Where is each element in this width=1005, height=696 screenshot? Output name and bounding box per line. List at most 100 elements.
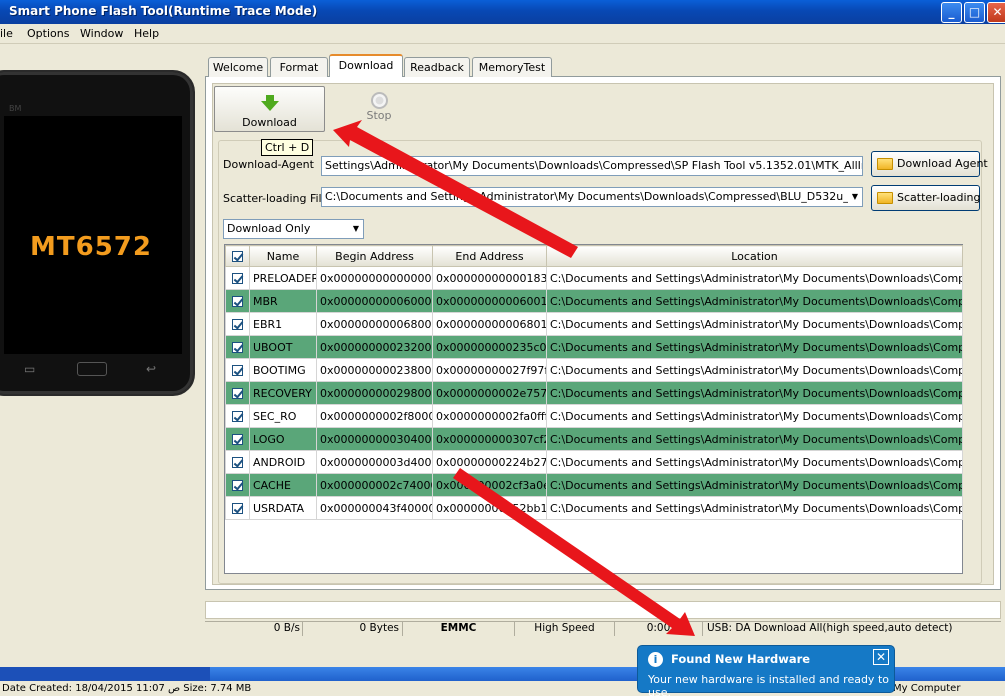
cell-begin: 0x0000000000000000 <box>316 266 433 290</box>
row-checkbox[interactable] <box>225 289 250 313</box>
cell-location: C:\Documents and Settings\Administrator\… <box>546 312 963 336</box>
scatter-loading-button[interactable]: Scatter-loading <box>871 185 980 211</box>
download-mode-select[interactable]: Download Only ▼ <box>223 219 364 239</box>
cell-end: 0x00000000027f97ff <box>432 358 547 382</box>
download-agent-field[interactable]: Settings\Administrator\My Documents\Down… <box>321 156 863 176</box>
cell-end: 0x000000000235c017 <box>432 335 547 359</box>
folder-icon <box>877 158 893 170</box>
row-checkbox[interactable] <box>225 404 250 428</box>
cell-name: EBR1 <box>249 312 317 336</box>
close-button[interactable]: ✕ <box>987 2 1005 23</box>
cell-name: PRELOADER <box>249 266 317 290</box>
minimize-button[interactable]: _ <box>941 2 962 23</box>
menu-window[interactable]: Window <box>80 27 123 40</box>
my-computer-label: My Computer <box>893 683 961 694</box>
info-icon: i <box>648 652 663 667</box>
column-header-end[interactable]: End Address <box>432 245 547 267</box>
cell-location: C:\Documents and Settings\Administrator\… <box>546 381 963 405</box>
maximize-button[interactable]: □ <box>964 2 985 23</box>
folder-icon <box>877 192 893 204</box>
table-row[interactable]: ANDROID0x0000000003d400000x00000000224b2… <box>225 450 963 474</box>
window-title: Smart Phone Flash Tool(Runtime Trace Mod… <box>9 4 318 18</box>
found-hardware-balloon[interactable]: i Found New Hardware ✕ Your new hardware… <box>637 645 895 696</box>
table-row[interactable]: EBR10x00000000006800000x00000000006801ff… <box>225 312 963 336</box>
table-row[interactable]: RECOVERY0x00000000029800000x0000000002e7… <box>225 381 963 405</box>
back-key-icon: ↩ <box>146 362 157 376</box>
table-row[interactable]: PRELOADER0x00000000000000000x00000000000… <box>225 266 963 290</box>
column-header-name[interactable]: Name <box>249 245 317 267</box>
partition-table: Name Begin Address End Address Location … <box>224 244 963 574</box>
file-info: Date Created: 18/04/2015 11:07 ص Size: 7… <box>2 683 252 694</box>
cell-location: C:\Documents and Settings\Administrator\… <box>546 496 963 520</box>
row-checkbox[interactable] <box>225 473 250 497</box>
phone-model: MT6572 <box>30 232 152 262</box>
status-usb: USB: DA Download All(high speed,auto det… <box>707 622 953 634</box>
balloon-close-button[interactable]: ✕ <box>873 649 889 665</box>
table-row[interactable]: CACHE 0x000000002c740000 0x000000002cf3a0e… <box>225 473 963 497</box>
balloon-message: Your new hardware is installed and ready… <box>648 673 889 696</box>
table-row[interactable]: MBR0x00000000006000000x00000000006001ffC… <box>225 289 963 313</box>
select-all-checkbox[interactable] <box>225 245 250 267</box>
tab-memorytest[interactable]: MemoryTest <box>472 57 552 77</box>
menu-help[interactable]: Help <box>134 27 159 40</box>
chevron-down-icon[interactable]: ▼ <box>349 220 363 238</box>
download-button[interactable]: Download <box>214 86 325 132</box>
row-checkbox[interactable] <box>225 450 250 474</box>
cell-begin: 0x0000000003d40000 <box>316 450 433 474</box>
cell-end: 0x000000002cf3a0e7 <box>432 473 547 497</box>
cell-name: BOOTIMG <box>249 358 317 382</box>
chevron-down-icon[interactable]: ▼ <box>848 188 862 206</box>
cell-location: C:\Documents and Settings\Administrator\… <box>546 289 963 313</box>
cell-begin: 0x000000043f40000 <box>316 496 433 520</box>
table-row[interactable]: LOGO0x00000000030400000x000000000307cf2f… <box>225 427 963 451</box>
download-tooltip: Ctrl + D <box>261 139 314 156</box>
menu-options[interactable]: Options <box>27 27 69 40</box>
table-row[interactable]: UBOOT0x00000000023200000x000000000235c01… <box>225 335 963 359</box>
status-speed: 0 B/s <box>205 622 303 636</box>
scatter-loading-field[interactable]: C:\Documents and Settings\Administrator\… <box>321 187 863 207</box>
tab-format[interactable]: Format <box>270 57 328 77</box>
home-key-icon <box>77 362 107 376</box>
cell-name: SEC_RO <box>249 404 317 428</box>
stop-icon <box>370 92 388 109</box>
status-time: 0:00 <box>615 622 703 636</box>
column-header-begin[interactable]: Begin Address <box>316 245 433 267</box>
cell-location: C:\Documents and Settings\Administrator\… <box>546 335 963 359</box>
table-row[interactable]: USRDATA0x000000043f400000x00000000452bb1… <box>225 496 963 520</box>
cell-end: 0x00000000224b2767 <box>432 450 547 474</box>
row-checkbox[interactable] <box>225 381 250 405</box>
cell-begin: 0x000000002c740000 <box>316 473 433 497</box>
download-agent-button[interactable]: Download Agent <box>871 151 988 177</box>
cell-begin: 0x0000000002320000 <box>316 335 433 359</box>
tab-welcome[interactable]: Welcome <box>208 57 268 77</box>
cell-end: 0x00000000006801ff <box>432 312 547 336</box>
title-bar: Smart Phone Flash Tool(Runtime Trace Mod… <box>0 0 1005 24</box>
cell-location: C:\Documents and Settings\Administrator\… <box>546 266 963 290</box>
tab-download[interactable]: Download <box>329 54 403 77</box>
stop-button[interactable]: Stop <box>356 90 402 122</box>
menu-file[interactable]: ile <box>0 27 13 40</box>
status-bar: 0 B/s 0 Bytes EMMC High Speed 0:00 USB: … <box>205 621 1001 636</box>
cell-begin: 0x0000000003040000 <box>316 427 433 451</box>
column-header-location[interactable]: Location <box>546 245 963 267</box>
cell-end: 0x000000000307cf2f <box>432 427 547 451</box>
cell-location: C:\Documents and Settings\Administrator\… <box>546 404 963 428</box>
download-button-label: Download <box>242 116 297 129</box>
cell-name: LOGO <box>249 427 317 451</box>
row-checkbox[interactable] <box>225 358 250 382</box>
progress-bar <box>205 601 1001 619</box>
cell-end: 0x0000000002e757ff <box>432 381 547 405</box>
row-checkbox[interactable] <box>225 312 250 336</box>
cell-end: 0x000000000001838f <box>432 266 547 290</box>
table-row[interactable]: SEC_RO 0x0000000002f80000 0x0000000002fa0f… <box>225 404 963 428</box>
table-row[interactable]: BOOTIMG0x00000000023800000x00000000027f9… <box>225 358 963 382</box>
balloon-title: Found New Hardware <box>671 652 811 666</box>
stop-button-label: Stop <box>366 109 392 122</box>
cell-name: RECOVERY <box>249 381 317 405</box>
row-checkbox[interactable] <box>225 335 250 359</box>
tab-readback[interactable]: Readback <box>404 57 470 77</box>
row-checkbox[interactable] <box>225 427 250 451</box>
cell-location: C:\Documents and Settings\Administrator\… <box>546 427 963 451</box>
row-checkbox[interactable] <box>225 266 250 290</box>
row-checkbox[interactable] <box>225 496 250 520</box>
